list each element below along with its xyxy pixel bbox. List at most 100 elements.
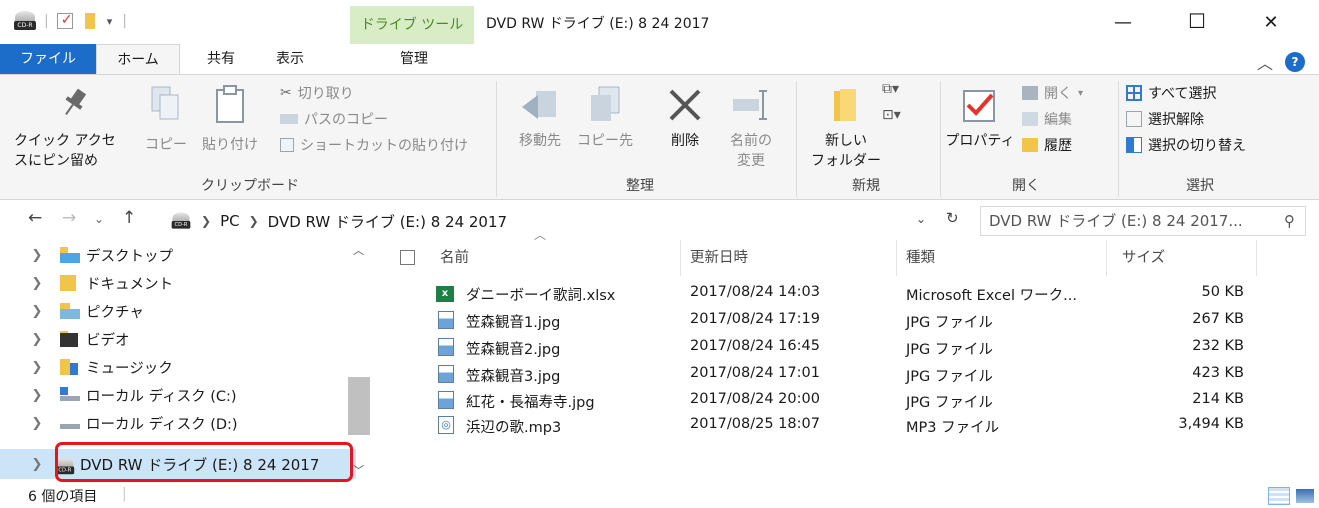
navigation-bar: ← → ⌄ ↑ CD-R ❯ PC ❯ DVD RW ドライブ (E:) 8 2… — [0, 200, 1319, 240]
column-header-type[interactable]: 種類 — [906, 240, 935, 276]
table-row[interactable]: 笠森観音3.jpg 2017/08/24 17:01 JPG ファイル 423 … — [0, 362, 1319, 386]
history-button[interactable]: 履歴 — [1022, 135, 1072, 155]
cut-button[interactable]: ✂ 切り取り — [280, 83, 354, 103]
breadcrumb-pc[interactable]: PC — [220, 212, 240, 230]
copy-to-button[interactable]: コピー先 — [572, 85, 638, 151]
select-none-button[interactable]: 選択解除 — [1126, 109, 1204, 129]
sort-ascending-icon: ︿ — [534, 228, 547, 242]
column-header-size[interactable]: サイズ — [1122, 240, 1165, 276]
expand-chevron-icon[interactable]: ❯ — [22, 248, 52, 263]
invert-selection-button[interactable]: 選択の切り替え — [1126, 135, 1246, 155]
tab-share[interactable]: 共有 — [196, 44, 246, 74]
file-size: 50 KB — [1201, 284, 1244, 300]
paste-shortcut-button[interactable]: ショートカットの貼り付け — [280, 135, 468, 155]
nav-item-desktop[interactable]: ❯ デスクトップ — [0, 241, 356, 269]
select-none-label: 選択解除 — [1148, 112, 1204, 128]
quick-access-toolbar: CD-R | ✓ ▾ | — [14, 10, 127, 32]
help-icon[interactable]: ? — [1285, 52, 1305, 72]
easy-access-button[interactable]: ⊡▾ — [882, 107, 901, 123]
details-view-icon[interactable] — [1268, 487, 1290, 505]
file-size: 214 KB — [1192, 391, 1244, 407]
new-folder-button[interactable]: 新しい フォルダー — [804, 85, 888, 171]
copy-button[interactable]: コピー — [140, 85, 192, 155]
tab-view[interactable]: 表示 — [262, 44, 318, 74]
new-item-icon: ⧉▾ — [882, 81, 900, 97]
select-all-icon — [1126, 85, 1142, 101]
table-row[interactable]: 笠森観音1.jpg 2017/08/24 17:19 JPG ファイル 267 … — [0, 308, 1319, 332]
tab-manage[interactable]: 管理 — [374, 44, 454, 74]
breadcrumb-drive[interactable]: DVD RW ドライブ (E:) 8 24 2017 — [268, 211, 507, 232]
close-button[interactable]: ✕ — [1256, 12, 1286, 33]
pin-icon — [65, 88, 87, 116]
properties-check-icon[interactable]: ✓ — [56, 12, 73, 29]
divider: | — [122, 13, 127, 29]
refresh-icon[interactable]: ↻ — [946, 209, 959, 227]
select-all-checkbox[interactable] — [400, 250, 415, 265]
minimize-button[interactable]: — — [1108, 12, 1138, 33]
search-icon[interactable]: ⚲ — [1284, 207, 1295, 235]
select-all-button[interactable]: すべて選択 — [1126, 83, 1216, 103]
file-modified: 2017/08/25 18:07 — [690, 416, 820, 432]
dvd-drive-icon: CD-R — [171, 212, 191, 231]
customize-arrow-icon[interactable]: ▾ — [107, 15, 113, 28]
table-row[interactable]: ◎ 浜辺の歌.mp3 2017/08/25 18:07 MP3 ファイル 3,4… — [0, 413, 1319, 437]
new-folder-label: 新しい フォルダー — [811, 133, 881, 169]
delete-button[interactable]: 削除 — [656, 85, 714, 151]
scroll-up-icon[interactable]: ︿ — [353, 242, 364, 258]
expand-chevron-icon[interactable]: ❯ — [22, 457, 52, 472]
table-row[interactable]: x ダニーボーイ歌詞.xlsx 2017/08/24 14:03 Microso… — [0, 281, 1319, 305]
copy-path-label: パスのコピー — [304, 112, 388, 128]
copy-path-button[interactable]: パスのコピー — [280, 109, 388, 129]
nav-scrollbar[interactable]: ︿ ﹀ — [348, 240, 370, 480]
shortcut-icon — [280, 138, 294, 152]
large-icons-view-icon[interactable] — [1296, 489, 1314, 503]
column-divider — [896, 240, 897, 276]
move-to-label: 移動先 — [519, 133, 561, 149]
new-folder-icon[interactable] — [84, 13, 95, 29]
clipboard-group-label: クリップボード — [201, 178, 299, 194]
ribbon: クイック アクセ スにピン留め コピー 貼り付け ✂ 切り取り パスのコピー シ… — [0, 74, 1319, 200]
paste-button[interactable]: 貼り付け — [198, 85, 262, 155]
properties-button[interactable]: プロパティ — [944, 85, 1016, 151]
table-row[interactable]: 笠森観音2.jpg 2017/08/24 16:45 JPG ファイル 232 … — [0, 335, 1319, 359]
tab-file[interactable]: ファイル — [0, 44, 96, 74]
drive-tools-context-tab: ドライブ ツール — [350, 6, 474, 44]
edit-button[interactable]: 編集 — [1022, 109, 1072, 129]
address-bar[interactable]: CD-R ❯ PC ❯ DVD RW ドライブ (E:) 8 24 2017 — [170, 206, 972, 236]
back-arrow-icon[interactable]: ← — [28, 208, 42, 228]
address-dropdown-icon[interactable]: ⌄ — [916, 212, 926, 226]
column-header-modified[interactable]: 更新日時 — [690, 240, 748, 276]
forward-arrow-icon[interactable]: → — [62, 208, 76, 228]
divider: | — [44, 13, 49, 29]
file-modified: 2017/08/24 17:19 — [690, 311, 820, 327]
pin-quick-access-button[interactable]: クイック アクセ スにピン留め — [14, 85, 134, 171]
scroll-down-icon[interactable]: ﹀ — [353, 462, 364, 478]
move-to-button[interactable]: 移動先 — [508, 85, 572, 151]
rename-label: 名前の 変更 — [730, 133, 772, 169]
collapse-ribbon-icon[interactable]: ︿ — [1257, 50, 1273, 74]
table-row[interactable]: 紅花・長福寿寺.jpg 2017/08/24 20:00 JPG ファイル 21… — [0, 388, 1319, 412]
rename-button[interactable]: 名前の 変更 — [720, 85, 782, 171]
file-type: JPG ファイル — [906, 315, 993, 331]
excel-file-icon: x — [436, 286, 454, 302]
recent-locations-chevron-icon[interactable]: ⌄ — [94, 212, 104, 226]
group-divider — [940, 81, 941, 197]
folder-icon — [834, 89, 856, 121]
up-arrow-icon[interactable]: ↑ — [122, 208, 136, 228]
search-box[interactable]: DVD RW ドライブ (E:) 8 24 2017... ⚲ — [980, 206, 1306, 236]
drive-icon[interactable]: CD-R — [14, 10, 36, 32]
group-divider — [1118, 81, 1119, 197]
maximize-button[interactable]: ☐ — [1182, 9, 1212, 33]
new-item-button[interactable]: ⧉▾ — [882, 81, 899, 97]
open-icon — [1022, 86, 1038, 100]
delete-label: 削除 — [671, 133, 699, 149]
column-header-name[interactable]: 名前 — [440, 240, 469, 276]
tab-home[interactable]: ホーム — [96, 44, 180, 74]
open-button[interactable]: 開く ▾ — [1022, 83, 1083, 103]
properties-check-icon — [963, 90, 995, 122]
file-size: 423 KB — [1192, 365, 1244, 381]
copy-icon — [151, 86, 179, 120]
group-divider — [496, 81, 497, 197]
file-name: 笠森観音1.jpg — [466, 315, 561, 331]
status-bar: 6 個の項目 | — [0, 484, 1319, 508]
